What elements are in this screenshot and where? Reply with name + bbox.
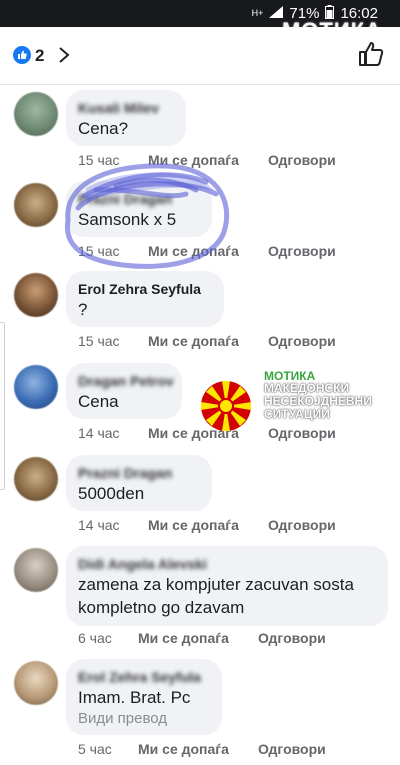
comment-time: 15 час xyxy=(78,333,120,349)
comment-text: zamena za kompjuter zacuvan sosta xyxy=(78,575,354,594)
reaction-count[interactable]: 2 xyxy=(35,46,44,66)
like-comment-button[interactable]: Ми се допаѓа xyxy=(138,630,258,646)
comment-bubble: Erol Zehra Seyfula ? xyxy=(66,271,224,327)
comment-text: Imam. Brat. Pc xyxy=(78,688,191,707)
comment-text: Cena? xyxy=(78,119,129,138)
comment-text: ? xyxy=(78,300,88,319)
comment-time: 14 час xyxy=(78,425,120,441)
like-comment-button[interactable]: Ми се допаѓа xyxy=(138,741,258,757)
comment-author[interactable]: Erol Zehra Seyfula xyxy=(78,280,212,298)
comment-text-line2: kompletno go dzavam xyxy=(78,598,245,617)
reply-button[interactable]: Одговори xyxy=(268,152,336,168)
avatar[interactable] xyxy=(14,548,58,592)
scroll-handle[interactable] xyxy=(0,322,5,490)
comment-actions: 14 час Ми се допаѓа Одговори xyxy=(78,517,336,533)
avatar[interactable] xyxy=(14,457,58,501)
comment-text: Cena xyxy=(78,392,119,411)
network-type-label: H+ xyxy=(251,8,264,18)
like-comment-button[interactable]: Ми се допаѓа xyxy=(148,333,268,349)
comment-bubble: Dragan Petrov Cena xyxy=(66,363,182,419)
like-comment-button[interactable]: Ми се допаѓа xyxy=(148,517,268,533)
see-translation-link[interactable]: Види превод xyxy=(78,709,210,729)
reply-button[interactable]: Одговори xyxy=(258,741,326,757)
comment-time: 6 час xyxy=(78,630,112,646)
comment-actions: 6 час Ми се допаѓа Одговори xyxy=(78,630,326,646)
comment-bubble: Prazni Dragan 5000den xyxy=(66,455,212,511)
comment-time: 14 час xyxy=(78,517,120,533)
comment-author[interactable]: Dragan Petrov xyxy=(78,372,174,390)
reactions-header: 2 xyxy=(0,27,400,85)
avatar[interactable] xyxy=(14,92,58,136)
like-post-button[interactable] xyxy=(358,41,384,67)
comment-bubble: Erol Zehra Seyfula Imam. Brat. Pc Види п… xyxy=(66,659,222,735)
reply-button[interactable]: Одговори xyxy=(258,630,326,646)
comment-text: 5000den xyxy=(78,484,145,503)
comment-author[interactable]: Didi Angela Alevski xyxy=(78,555,376,573)
thumbs-up-icon xyxy=(13,46,31,64)
comment-time: 5 час xyxy=(78,741,112,757)
comment-bubble: Didi Angela Alevski zamena za kompjuter … xyxy=(66,546,388,626)
comment-bubble: Kusali Milev Cena? xyxy=(66,90,186,146)
avatar[interactable] xyxy=(14,661,58,705)
comment-author[interactable]: Kusali Milev xyxy=(78,99,174,117)
scribble-highlight xyxy=(64,163,230,269)
brand-watermark: МОТИКА МАКЕДОНСКИ НЕСЕКОЈДНЕВНИ СИТУАЦИИ xyxy=(200,368,400,438)
chevron-right-icon[interactable] xyxy=(55,45,73,65)
reply-button[interactable]: Одговори xyxy=(268,333,336,349)
avatar[interactable] xyxy=(14,183,58,227)
comment-author[interactable]: Erol Zehra Seyfula xyxy=(78,668,210,686)
comment-author[interactable]: Prazni Dragan xyxy=(78,464,200,482)
avatar[interactable] xyxy=(14,365,58,409)
brand-tagline: МАКЕДОНСКИ НЕСЕКОЈДНЕВНИ СИТУАЦИИ xyxy=(264,381,372,421)
reply-button[interactable]: Одговори xyxy=(268,517,336,533)
reply-button[interactable]: Одговори xyxy=(268,243,336,259)
comment-actions: 15 час Ми се допаѓа Одговори xyxy=(78,333,336,349)
avatar[interactable] xyxy=(14,273,58,317)
comment-actions: 5 час Ми се допаѓа Одговори xyxy=(78,741,326,757)
macedonian-flag-icon xyxy=(201,381,251,431)
